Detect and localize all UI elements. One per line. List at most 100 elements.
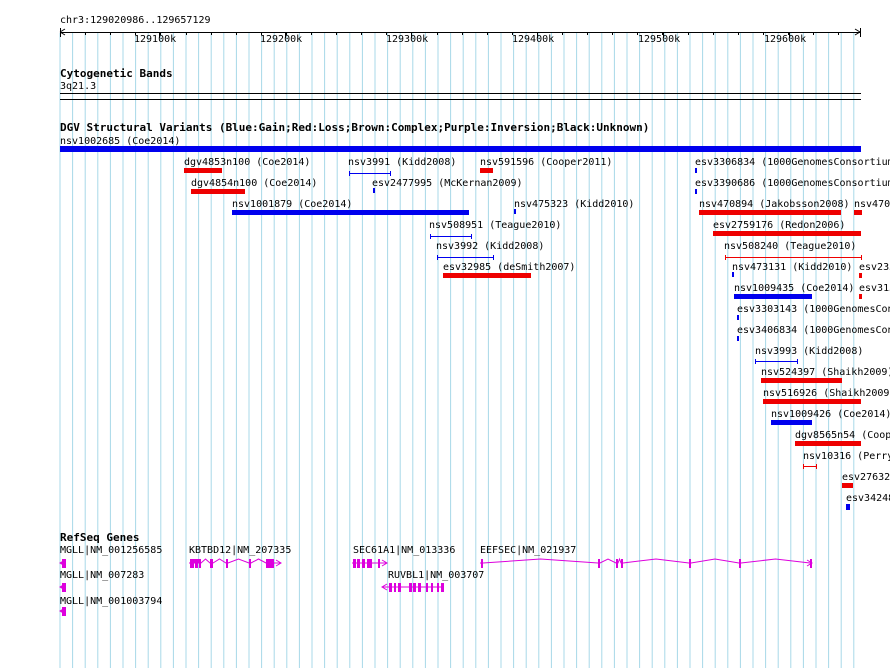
dgv-feature-label[interactable]: nsv470 — [854, 199, 890, 210]
dgv-feature-label[interactable]: nsv470894 (Jakobsson2008) — [699, 199, 850, 210]
dgv-feature-glyph[interactable] — [859, 273, 862, 278]
ruler-minor-tick — [612, 32, 613, 35]
ruler-tick-label: 129600k — [764, 34, 807, 45]
dgv-feature-glyph[interactable] — [737, 336, 739, 341]
ruler-tick-label: 129100k — [134, 34, 177, 45]
refseq-gene-label[interactable]: SEC61A1|NM_013336 — [353, 545, 455, 556]
ruler-minor-tick — [562, 32, 563, 35]
refseq-gene-label[interactable]: KBTBD12|NM_207335 — [189, 545, 291, 556]
dgv-feature-label[interactable]: dgv4854n100 (Coe2014) — [191, 178, 317, 189]
ruler-minor-tick — [487, 32, 488, 35]
dgv-feature-glyph[interactable] — [761, 378, 842, 383]
ruler-tick-label: 129300k — [386, 34, 429, 45]
dgv-feature-glyph[interactable] — [755, 361, 798, 362]
dgv-feature-label[interactable]: nsv10316 (Perry — [803, 451, 890, 462]
dgv-feature-label[interactable]: esv32985 (deSmith2007) — [443, 262, 575, 273]
dgv-feature-glyph[interactable] — [514, 209, 516, 214]
dgv-feature-glyph[interactable] — [695, 168, 697, 173]
refseq-gene-label[interactable]: EEFSEC|NM_021937 — [480, 545, 576, 556]
dgv-feature-endcap — [349, 171, 350, 176]
dgv-feature-glyph[interactable] — [699, 210, 841, 215]
dgv-feature-label[interactable]: esv3406834 (1000GenomesCon — [737, 325, 890, 336]
ruler-minor-tick — [336, 32, 337, 35]
dgv-feature-endcap — [437, 255, 438, 260]
ruler-axis — [60, 32, 861, 33]
cyto-band-line-bottom — [60, 99, 861, 100]
dgv-feature-glyph[interactable] — [737, 315, 739, 320]
dgv-feature-label[interactable]: dgv8565n54 (Coop — [795, 430, 890, 441]
dgv-feature-label[interactable]: nsv3993 (Kidd2008) — [755, 346, 863, 357]
dgv-feature-label[interactable]: nsv524397 (Shaikh2009) — [761, 367, 890, 378]
dgv-feature-label[interactable]: esv3303143 (1000GenomesCon — [737, 304, 890, 315]
dgv-feature-label[interactable]: esv34248 — [846, 493, 890, 504]
refseq-track-title[interactable]: RefSeq Genes — [60, 532, 139, 544]
dgv-feature-glyph[interactable] — [795, 441, 861, 446]
dgv-feature-glyph[interactable] — [60, 146, 861, 152]
dgv-feature-glyph[interactable] — [232, 210, 469, 215]
dgv-feature-glyph[interactable] — [713, 231, 861, 236]
ruler-minor-tick — [311, 32, 312, 35]
dgv-feature-label[interactable]: nsv516926 (Shaikh2009 — [763, 388, 889, 399]
dgv-feature-glyph[interactable] — [191, 189, 245, 194]
ruler-minor-tick — [361, 32, 362, 35]
ruler-tick-label: 129500k — [638, 34, 681, 45]
refseq-gene-label[interactable]: MGLL|NM_001256585 — [60, 545, 162, 556]
dgv-feature-glyph[interactable] — [771, 420, 812, 425]
dgv-feature-endcap — [471, 234, 472, 239]
dgv-feature-glyph[interactable] — [763, 399, 861, 404]
refseq-gene-label[interactable]: MGLL|NM_007283 — [60, 570, 144, 581]
ruler-minor-tick — [738, 32, 739, 35]
ruler-minor-tick — [85, 32, 86, 35]
dgv-feature-label[interactable]: esv235 — [859, 262, 890, 273]
dgv-feature-glyph[interactable] — [725, 257, 862, 258]
dgv-feature-label[interactable]: esv3306834 (1000GenomesConsortium — [695, 157, 890, 168]
dgv-feature-glyph[interactable] — [732, 272, 734, 277]
dgv-feature-label[interactable]: esv2759176 (Redon2006) — [713, 220, 845, 231]
dgv-feature-label[interactable]: nsv508240 (Teague2010) — [724, 241, 856, 252]
dgv-feature-glyph[interactable] — [854, 210, 862, 215]
dgv-feature-endcap — [493, 255, 494, 260]
ruler-minor-tick — [211, 32, 212, 35]
dgv-feature-label[interactable]: nsv475323 (Kidd2010) — [514, 199, 634, 210]
cyto-track-title[interactable]: Cytogenetic Bands — [60, 68, 173, 80]
refseq-gene-label[interactable]: MGLL|NM_001003794 — [60, 596, 162, 607]
ruler-end-tick — [860, 28, 861, 37]
dgv-feature-label[interactable]: esv27632 — [842, 472, 890, 483]
dgv-feature-glyph[interactable] — [430, 236, 472, 237]
dgv-feature-label[interactable]: nsv3991 (Kidd2008) — [348, 157, 456, 168]
dgv-feature-label[interactable]: esv3390686 (1000GenomesConsortium — [695, 178, 890, 189]
dgv-feature-label[interactable]: esv315 — [859, 283, 890, 294]
dgv-feature-endcap — [816, 464, 817, 469]
dgv-feature-glyph[interactable] — [695, 189, 697, 194]
dgv-feature-endcap — [430, 234, 431, 239]
dgv-feature-endcap — [797, 359, 798, 364]
dgv-feature-glyph[interactable] — [184, 168, 222, 173]
dgv-feature-label[interactable]: dgv4853n100 (Coe2014) — [184, 157, 310, 168]
dgv-feature-label[interactable]: nsv1009426 (Coe2014) — [771, 409, 890, 420]
dgv-feature-label[interactable]: nsv3992 (Kidd2008) — [436, 241, 544, 252]
dgv-feature-glyph[interactable] — [803, 466, 817, 467]
dgv-feature-endcap — [861, 255, 862, 260]
ruler-minor-tick — [437, 32, 438, 35]
dgv-feature-glyph[interactable] — [846, 504, 850, 510]
dgv-feature-glyph[interactable] — [480, 168, 493, 173]
dgv-feature-label[interactable]: nsv508951 (Teague2010) — [429, 220, 561, 231]
ruler-minor-tick — [713, 32, 714, 35]
dgv-feature-label[interactable]: nsv1009435 (Coe2014) — [734, 283, 854, 294]
dgv-feature-label[interactable]: nsv1001879 (Coe2014) — [232, 199, 352, 210]
dgv-feature-endcap — [725, 255, 726, 260]
dgv-feature-glyph[interactable] — [842, 483, 853, 488]
dgv-feature-glyph[interactable] — [734, 294, 812, 299]
dgv-feature-glyph[interactable] — [859, 294, 862, 299]
dgv-feature-glyph[interactable] — [349, 173, 391, 174]
dgv-feature-glyph[interactable] — [443, 273, 531, 278]
dgv-feature-label[interactable]: nsv591596 (Cooper2011) — [480, 157, 612, 168]
dgv-feature-glyph[interactable] — [373, 188, 375, 193]
dgv-feature-label[interactable]: esv2477995 (McKernan2009) — [372, 178, 523, 189]
refseq-gene-label[interactable]: RUVBL1|NM_003707 — [388, 570, 484, 581]
dgv-feature-label[interactable]: nsv473131 (Kidd2010) — [732, 262, 852, 273]
ruler-minor-tick — [688, 32, 689, 35]
dgv-track-title[interactable]: DGV Structural Variants (Blue:Gain;Red:L… — [60, 122, 649, 134]
region-label: chr3:129020986..129657129 — [60, 15, 211, 26]
dgv-feature-glyph[interactable] — [437, 257, 494, 258]
